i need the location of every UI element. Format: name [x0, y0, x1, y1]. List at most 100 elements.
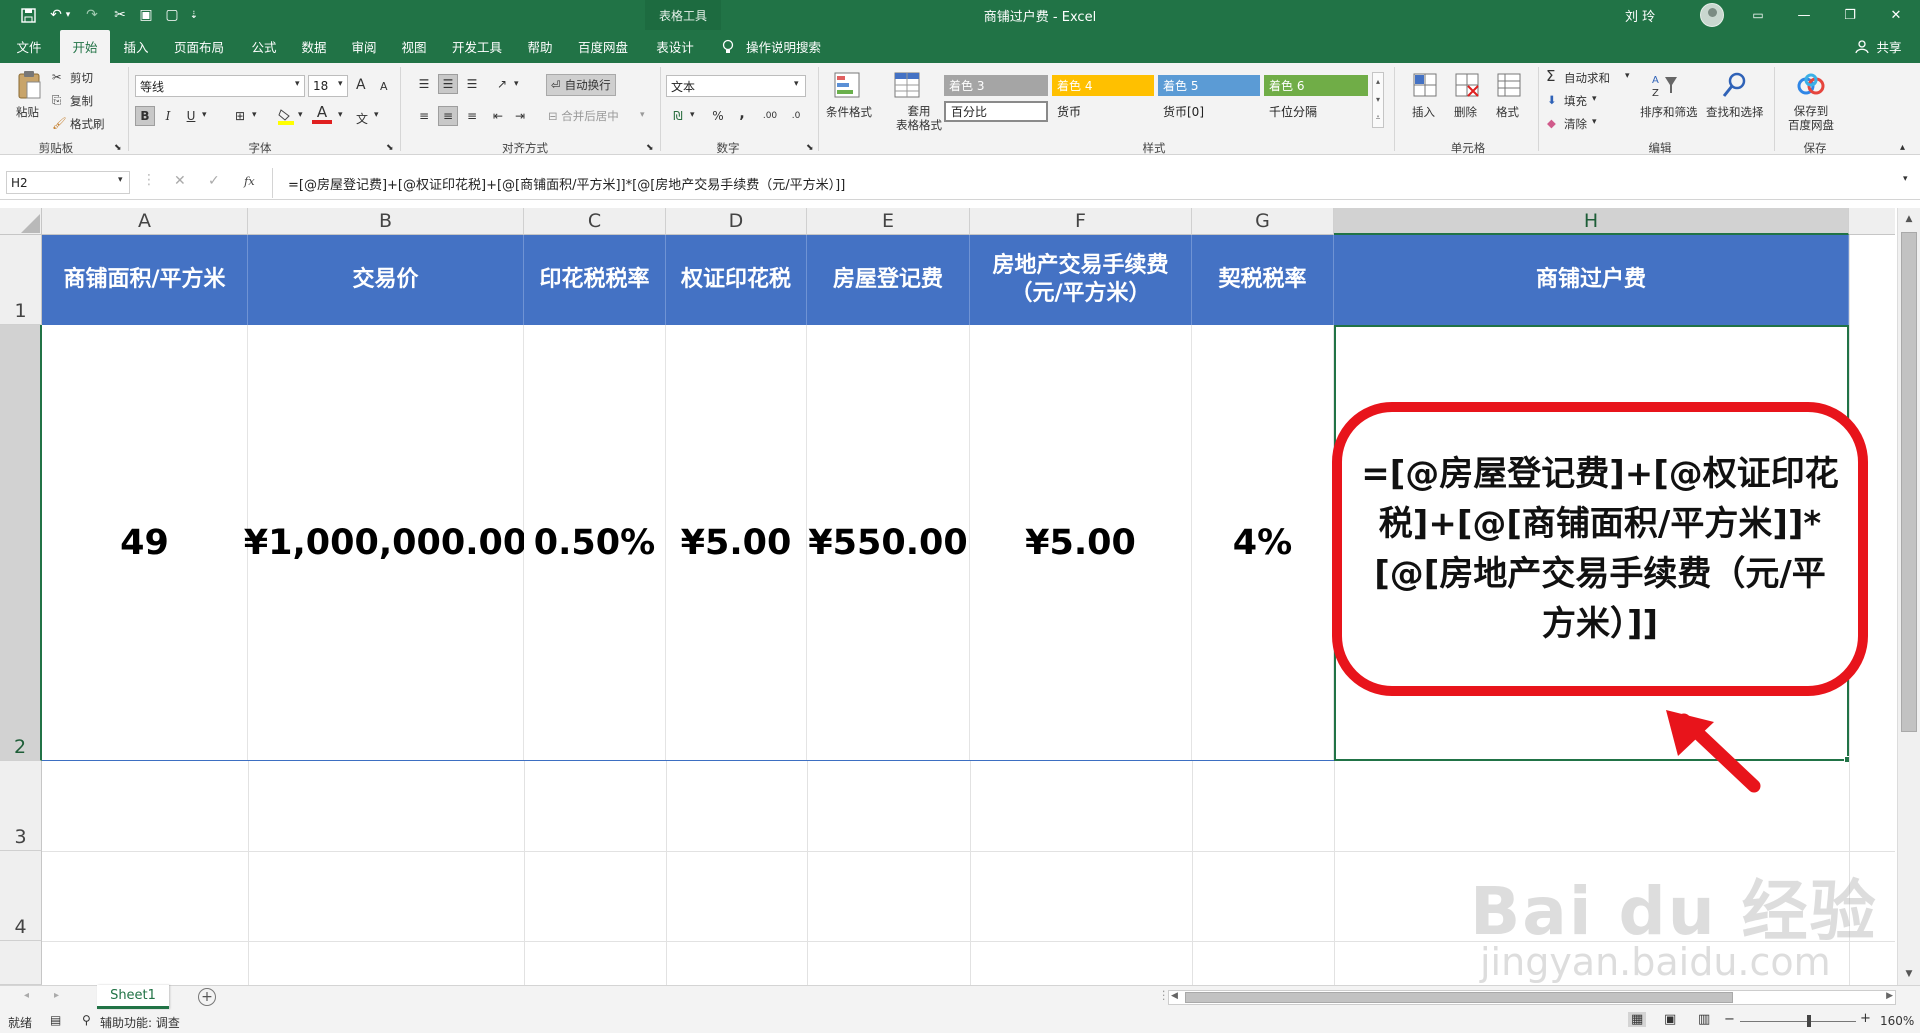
cell-g2[interactable]: 4% [1192, 325, 1334, 761]
increase-decimal-icon[interactable]: .00 [760, 106, 780, 126]
delete-cells-icon[interactable] [1452, 70, 1482, 100]
zoom-level[interactable]: 160% [1880, 1014, 1914, 1028]
cancel-icon[interactable]: ✕ [174, 173, 186, 189]
share-icon[interactable] [1852, 30, 1872, 63]
style-currency0[interactable]: 货币[0] [1158, 101, 1260, 122]
macro-record-icon[interactable]: ▤ [50, 1013, 61, 1027]
chevron-down-icon[interactable]: ▾ [118, 175, 123, 185]
chevron-down-icon[interactable]: ▾ [514, 79, 519, 89]
insert-cells-icon[interactable] [1410, 70, 1440, 100]
column-header-f[interactable]: F [970, 208, 1192, 235]
vertical-scrollbar[interactable]: ▲ ▼ [1897, 208, 1920, 985]
style-currency[interactable]: 货币 [1052, 101, 1154, 122]
select-all-corner[interactable] [0, 208, 42, 235]
normal-view-icon[interactable]: ▦ [1628, 1012, 1647, 1027]
cell-b2[interactable]: ¥1,000,000.00 [244, 325, 527, 761]
ribbon-display-icon[interactable]: ▭ [1735, 0, 1781, 30]
column-header-b[interactable]: B [248, 208, 524, 235]
header-cell-stamp-tax[interactable]: 权证印花税 [666, 235, 807, 325]
formula-input[interactable]: =[@房屋登记费]+[@权证印花税]+[@[商铺面积/平方米]]*[@[房地产交… [288, 174, 845, 193]
paste-icon[interactable] [14, 70, 44, 100]
chevron-down-icon[interactable]: ▾ [1625, 71, 1630, 81]
number-launcher-icon[interactable]: ⬊ [806, 143, 814, 153]
format-as-table-icon[interactable] [892, 70, 922, 100]
zoom-out-icon[interactable]: − [1724, 1012, 1735, 1027]
font-color-icon[interactable]: A [312, 103, 332, 124]
align-center-icon[interactable]: ≡ [438, 106, 458, 126]
styles-gallery-scroll[interactable]: ▴ ▾ ⩡ [1372, 72, 1384, 128]
chevron-down-icon[interactable]: ▾ [295, 79, 300, 89]
style-percent[interactable]: 百分比 [944, 101, 1048, 122]
vertical-scroll-thumb[interactable] [1901, 232, 1917, 732]
find-select-icon[interactable] [1720, 70, 1750, 100]
header-cell-deed-rate[interactable]: 契税税率 [1192, 235, 1334, 325]
row-header-1[interactable]: 1 [0, 235, 42, 325]
column-header-a[interactable]: A [42, 208, 248, 235]
user-name[interactable]: 刘 玲 [1625, 0, 1655, 30]
row-header-2[interactable]: 2 [0, 325, 42, 761]
tab-page-layout[interactable]: 页面布局 [168, 30, 230, 63]
style-accent4[interactable]: 着色 4 [1052, 75, 1154, 96]
close-button[interactable]: ✕ [1873, 0, 1919, 30]
font-name-select[interactable]: 等线 [135, 75, 305, 97]
tab-insert[interactable]: 插入 [116, 30, 156, 63]
tab-home[interactable]: 开始 [60, 30, 110, 63]
cell-d2[interactable]: ¥5.00 [666, 325, 807, 761]
zoom-in-icon[interactable]: + [1860, 1011, 1871, 1026]
copy-icon[interactable]: ⎘ [52, 93, 61, 108]
tab-review[interactable]: 审阅 [344, 30, 384, 63]
format-cells-button[interactable]: 格式 [1496, 104, 1519, 120]
redo-icon[interactable]: ↷ [80, 0, 104, 30]
column-header-c[interactable]: C [524, 208, 666, 235]
find-select-button[interactable]: 查找和选择 [1706, 104, 1764, 120]
alignment-launcher-icon[interactable]: ⬊ [646, 143, 654, 153]
format-painter-button[interactable]: 格式刷 [70, 116, 105, 132]
chevron-down-icon[interactable]: ▾ [1592, 94, 1597, 104]
decrease-indent-icon[interactable]: ⇤ [488, 106, 508, 126]
header-cell-transaction-fee[interactable]: 房地产交易手续费 （元/平方米） [970, 235, 1192, 325]
expand-formula-bar-icon[interactable]: ▾ [1903, 174, 1908, 184]
row-header-4[interactable]: 4 [0, 851, 42, 941]
style-accent6[interactable]: 着色 6 [1264, 75, 1368, 96]
autosum-button[interactable]: 自动求和 [1564, 70, 1610, 86]
chevron-down-icon[interactable]: ▾ [338, 79, 343, 89]
zoom-slider-thumb[interactable] [1807, 1015, 1811, 1027]
scroll-right-icon[interactable]: ▶ [1886, 991, 1893, 1001]
scroll-left-icon[interactable]: ◀ [1171, 991, 1178, 1001]
tab-formulas[interactable]: 公式 [244, 30, 284, 63]
tab-table-design[interactable]: 表设计 [650, 30, 700, 63]
header-cell-transfer-fee[interactable]: 商铺过户费 [1334, 235, 1849, 325]
minimize-button[interactable]: — [1781, 0, 1827, 30]
fill-button[interactable]: 填充 [1564, 93, 1587, 109]
header-cell-registration[interactable]: 房屋登记费 [807, 235, 970, 325]
tab-developer[interactable]: 开发工具 [446, 30, 508, 63]
horizontal-scroll-thumb[interactable] [1185, 992, 1733, 1003]
horizontal-scrollbar[interactable]: ◀ ▶ [1168, 990, 1896, 1005]
clipboard-launcher-icon[interactable]: ⬊ [114, 143, 122, 153]
header-cell-stamp-rate[interactable]: 印花税税率 [524, 235, 666, 325]
copy-button[interactable]: 复制 [70, 93, 93, 109]
align-right-icon[interactable]: ≡ [462, 106, 482, 126]
collapse-ribbon-icon[interactable]: ▴ [1900, 142, 1905, 153]
autosum-icon[interactable]: Σ [1546, 67, 1555, 85]
chevron-down-icon[interactable]: ▾ [1592, 117, 1597, 127]
page-layout-view-icon[interactable]: ▣ [1664, 1012, 1676, 1027]
name-box[interactable]: H2 [6, 171, 130, 194]
orientation-icon[interactable]: ↗ [492, 74, 512, 94]
customize-toolbar-icon[interactable]: ⇣ [182, 0, 206, 30]
chevron-down-icon[interactable]: ▾ [640, 110, 645, 120]
style-accent5[interactable]: 着色 5 [1158, 75, 1260, 96]
comma-button[interactable]: , [732, 104, 752, 124]
tab-baidu-netdisk[interactable]: 百度网盘 [572, 30, 634, 63]
underline-button[interactable]: U [181, 106, 201, 126]
align-top-icon[interactable]: ☰ [414, 74, 434, 94]
chevron-down-icon[interactable]: ▾ [374, 110, 379, 120]
align-left-icon[interactable]: ≡ [414, 106, 434, 126]
number-format-select[interactable]: 文本 [666, 75, 806, 97]
cell-f2[interactable]: ¥5.00 [970, 325, 1192, 761]
style-accent3[interactable]: 着色 3 [944, 75, 1048, 96]
save-as-icon[interactable]: ▣ [134, 0, 158, 30]
percent-button[interactable]: % [708, 106, 728, 126]
format-cells-icon[interactable] [1494, 70, 1524, 100]
increase-indent-icon[interactable]: ⇥ [510, 106, 530, 126]
